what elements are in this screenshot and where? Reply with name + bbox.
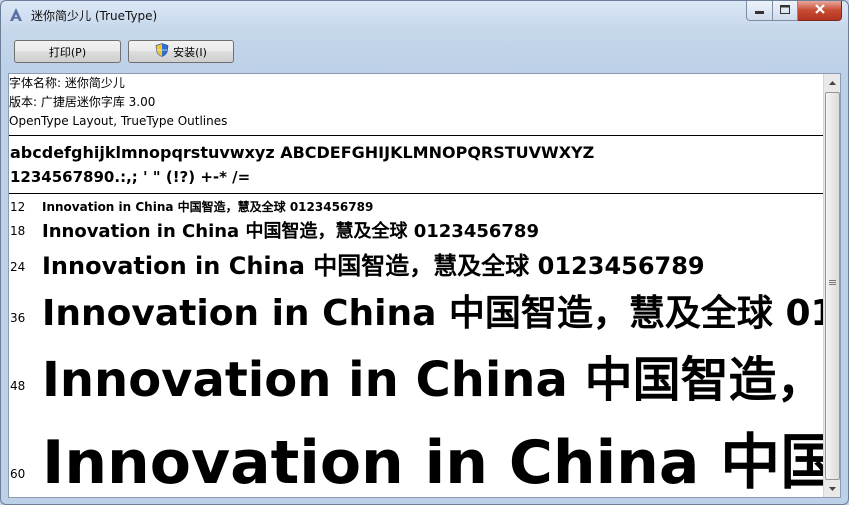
- install-button[interactable]: 安装(I): [128, 40, 234, 63]
- charset-symbols: 1234567890.:,; ' " (!?) +-* /=: [10, 168, 251, 186]
- grip-line: [829, 280, 836, 281]
- scroll-down-icon: [828, 484, 836, 493]
- font-preview-pane: 字体名称: 迷你简少儿 版本: 广捷居迷你字库 3.00 OpenType La…: [8, 73, 841, 498]
- scroll-up-icon: [828, 78, 836, 87]
- font-file-icon: [8, 7, 24, 23]
- size-label: 36: [10, 311, 26, 325]
- vertical-scrollbar[interactable]: [823, 74, 840, 497]
- font-viewer-window: 迷你简少儿 (TrueType) 打印(P) 安装(I) 字体名称: 迷你简少儿…: [0, 0, 849, 505]
- sample-text: Innovation in China 中国智造，慧及全球 0123456789: [42, 221, 539, 242]
- print-button[interactable]: 打印(P): [14, 40, 121, 63]
- charset-letters: abcdefghijklmnopqrstuvwxyz ABCDEFGHIJKLM…: [10, 143, 595, 162]
- shield-icon: [155, 43, 169, 60]
- size-label: 24: [10, 260, 26, 274]
- sample-text: Innovation in China 中国智造，慧及全球 0123456789: [42, 352, 840, 408]
- sample-text: Innovation in China 中国智造，慧及全球 0123456789: [42, 428, 841, 498]
- size-label: 48: [10, 379, 26, 393]
- close-button[interactable]: [798, 1, 842, 21]
- sample-text: Innovation in China 中国智造，慧及全球 0123456789: [42, 293, 840, 334]
- font-name-line: 字体名称: 迷你简少儿: [9, 76, 125, 90]
- size-label: 12: [10, 200, 26, 214]
- scroll-up-button[interactable]: [824, 74, 840, 91]
- close-icon: [814, 4, 825, 17]
- divider: [9, 135, 826, 136]
- font-info: 字体名称: 迷你简少儿 版本: 广捷居迷你字库 3.00 OpenType La…: [9, 74, 227, 131]
- grip-line: [829, 284, 836, 285]
- font-type-line: OpenType Layout, TrueType Outlines: [9, 114, 228, 128]
- font-version-line: 版本: 广捷居迷你字库 3.00: [9, 95, 156, 109]
- size-label: 18: [10, 224, 26, 238]
- sample-text: Innovation in China 中国智造，慧及全球 0123456789: [42, 252, 705, 280]
- print-button-label: 打印(P): [48, 45, 87, 59]
- size-label: 60: [10, 467, 26, 481]
- title-bar[interactable]: 迷你简少儿 (TrueType): [1, 1, 848, 29]
- scroll-down-button[interactable]: [824, 480, 840, 497]
- grip-line: [829, 282, 836, 283]
- divider: [9, 193, 826, 194]
- install-button-label: 安装(I): [173, 45, 207, 59]
- maximize-icon: [780, 4, 790, 17]
- toolbar: 打印(P) 安装(I): [1, 29, 848, 73]
- maximize-button[interactable]: [773, 1, 798, 21]
- scrollbar-thumb[interactable]: [825, 92, 840, 480]
- minimize-button[interactable]: [746, 1, 773, 21]
- window-title: 迷你简少儿 (TrueType): [31, 9, 158, 23]
- sample-text: Innovation in China 中国智造，慧及全球 0123456789: [42, 200, 374, 214]
- minimize-icon: [755, 4, 764, 17]
